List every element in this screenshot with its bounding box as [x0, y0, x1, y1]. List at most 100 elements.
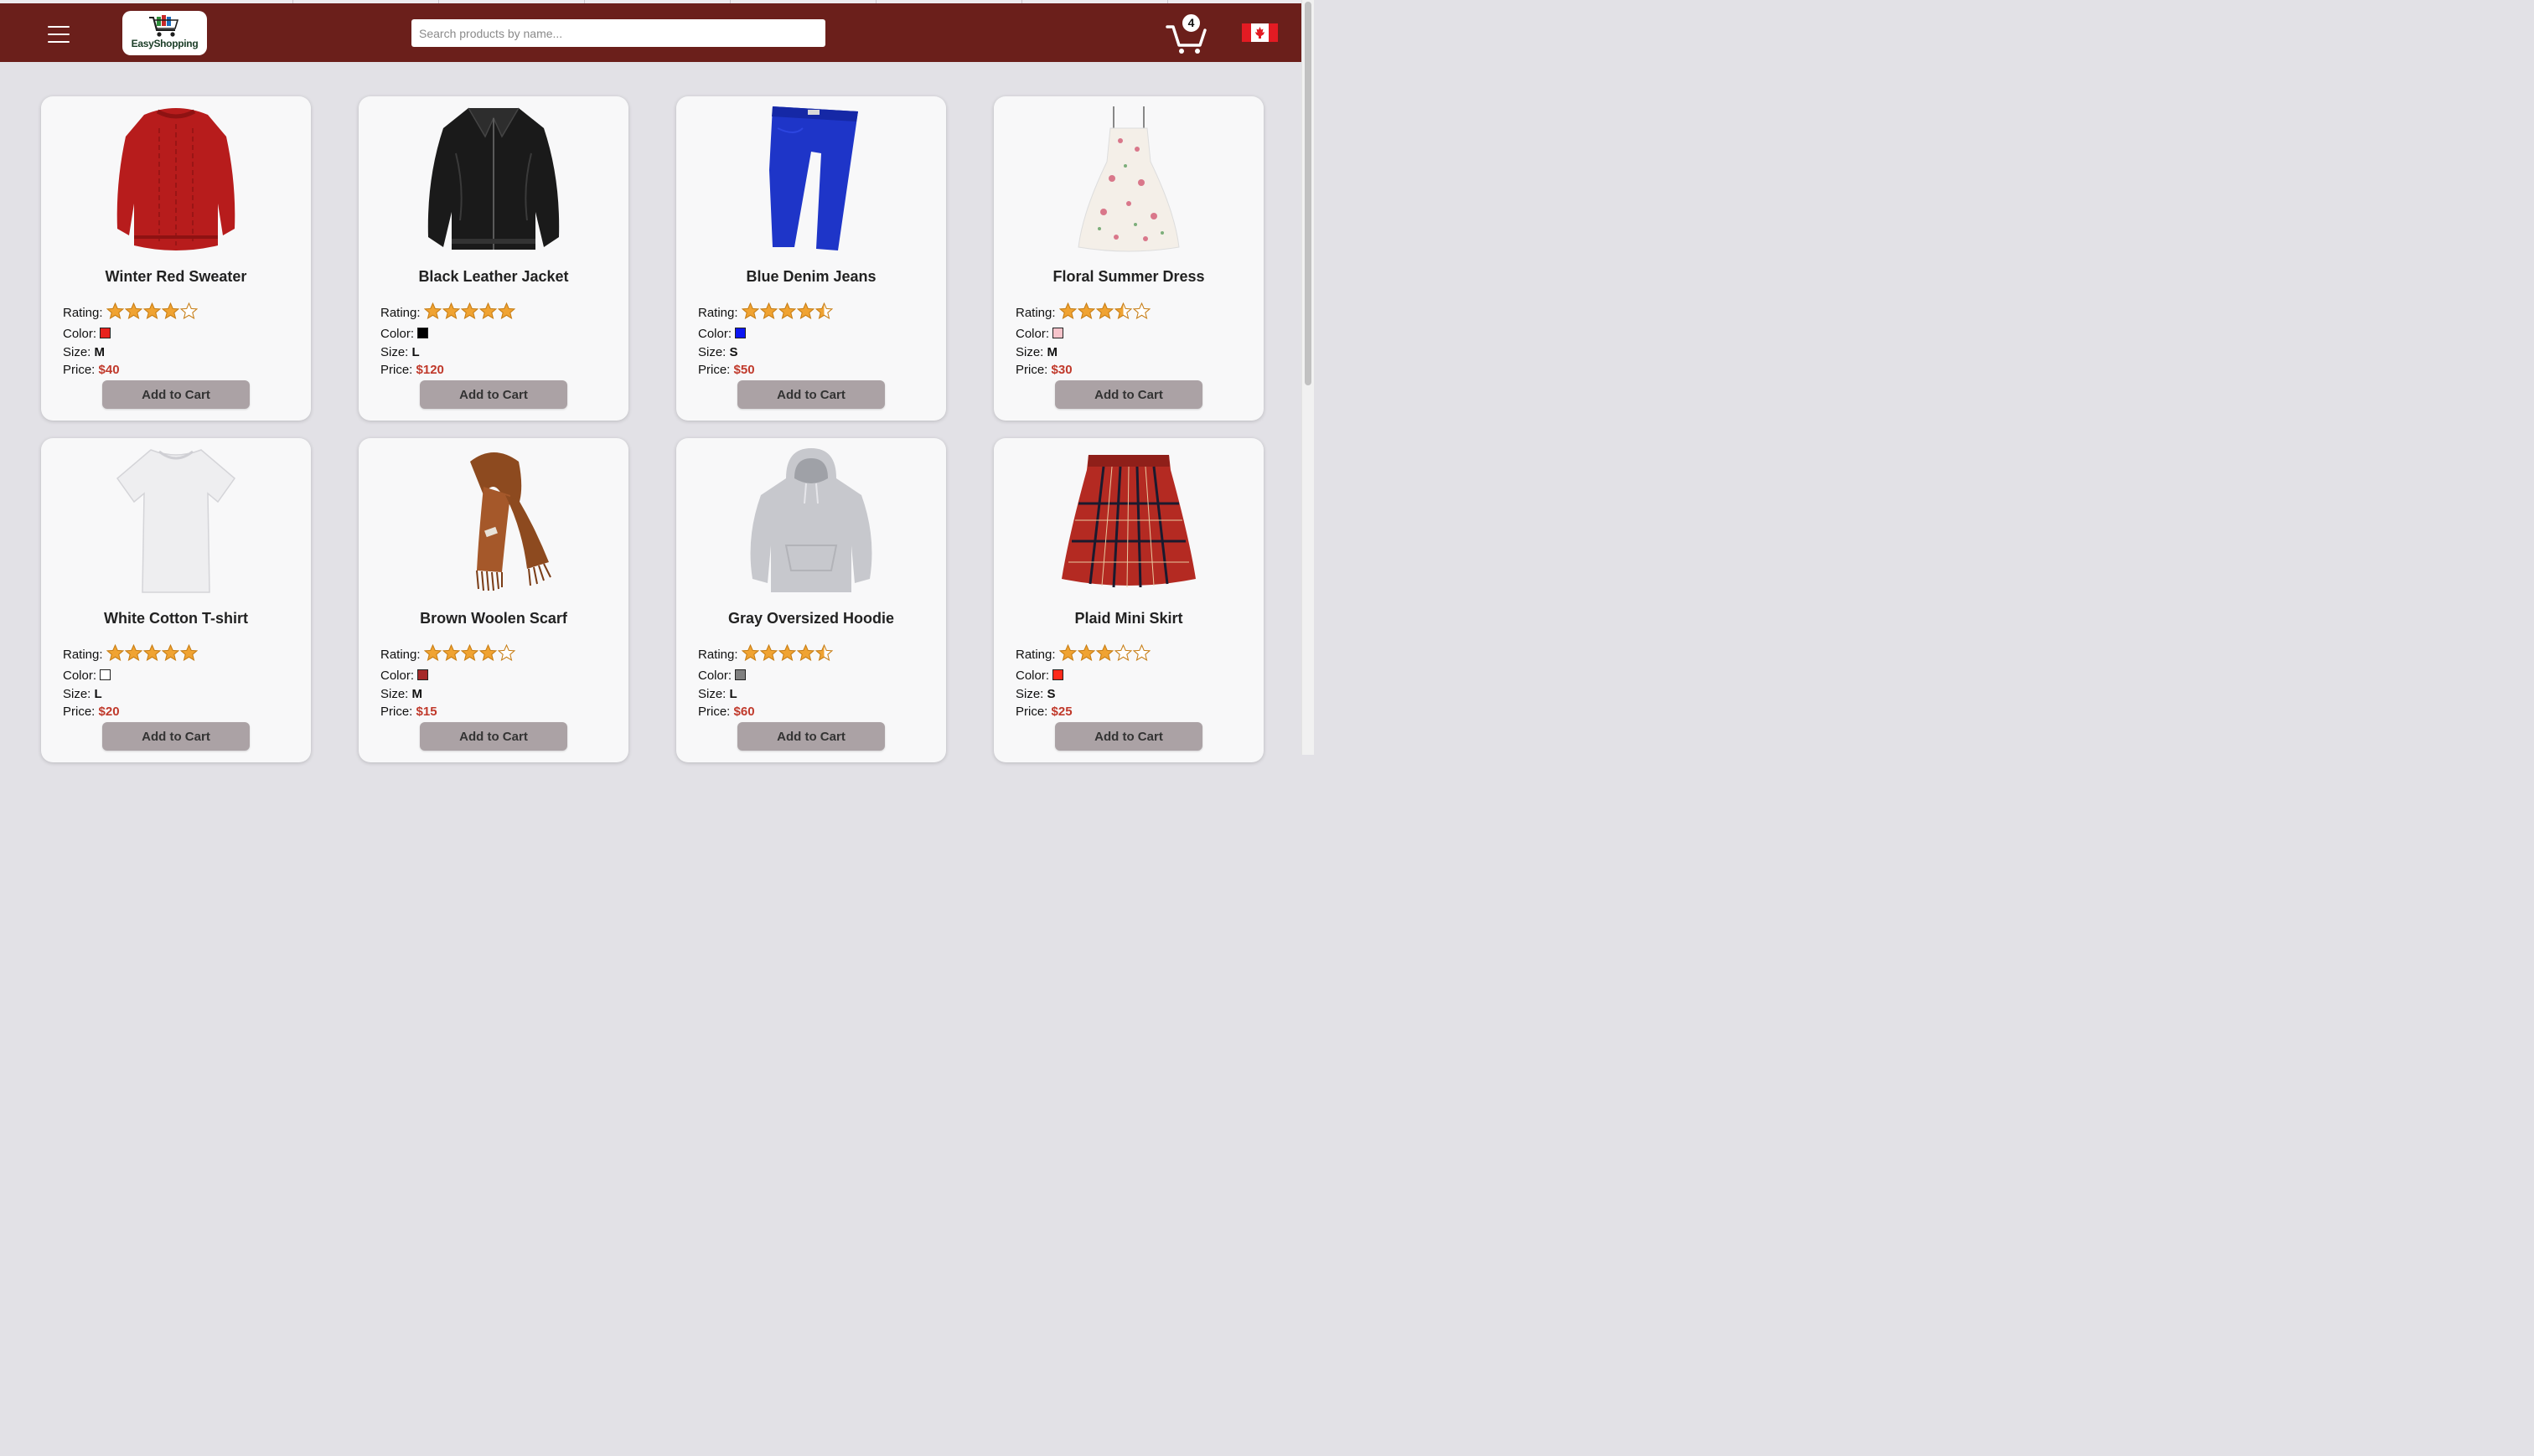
color-label: Color:: [63, 327, 97, 341]
star-icon-full: [106, 302, 124, 319]
color-swatch: [1052, 328, 1064, 338]
star-icon-full: [1095, 302, 1114, 319]
size-row: Size: L: [380, 345, 420, 359]
star-icon-full: [460, 302, 478, 319]
star-icon-full: [497, 302, 515, 319]
star-icon-full: [478, 302, 497, 319]
star-icon-half: [814, 302, 833, 319]
star-icon-empty: [1132, 644, 1151, 661]
page-scrollbar[interactable]: [1301, 0, 1314, 755]
product-card: Black Leather Jacket Rating: Color: Size…: [359, 96, 628, 421]
product-name: Black Leather Jacket: [418, 268, 569, 285]
add-to-cart-button[interactable]: Add to Cart: [102, 722, 250, 751]
add-to-cart-button[interactable]: Add to Cart: [1055, 722, 1202, 751]
product-card: White Cotton T-shirt Rating: Color: Size…: [41, 438, 311, 762]
color-row: Color:: [1016, 669, 1064, 683]
star-icon-full: [778, 302, 796, 319]
search-input[interactable]: [411, 19, 825, 47]
star-icon-full: [442, 302, 460, 319]
star-rating: [106, 644, 199, 664]
star-rating: [1058, 302, 1151, 323]
logo-text: EasyShopping: [131, 38, 199, 49]
product-name: White Cotton T-shirt: [104, 610, 248, 627]
star-icon-full: [460, 644, 478, 661]
price-row: Price: $30: [1016, 363, 1073, 377]
color-swatch: [100, 669, 111, 680]
color-swatch: [1052, 669, 1064, 680]
price-value: $60: [733, 705, 755, 719]
size-label: Size:: [1016, 345, 1044, 359]
rating-row: Rating:: [380, 302, 516, 323]
site-header: EasyShopping 4: [0, 3, 1301, 62]
rating-label: Rating:: [698, 648, 738, 662]
product-name: Floral Summer Dress: [1052, 268, 1205, 285]
tshirt-image: [41, 445, 311, 594]
star-icon-full: [741, 302, 759, 319]
size-label: Size:: [63, 687, 91, 701]
size-value: M: [94, 345, 106, 359]
add-to-cart-button[interactable]: Add to Cart: [420, 380, 567, 409]
add-to-cart-button[interactable]: Add to Cart: [737, 380, 885, 409]
add-to-cart-button[interactable]: Add to Cart: [737, 722, 885, 751]
star-icon-half: [814, 644, 833, 661]
color-row: Color:: [1016, 327, 1064, 341]
add-to-cart-button[interactable]: Add to Cart: [102, 380, 250, 409]
scrollbar-thumb[interactable]: [1305, 2, 1311, 385]
product-card: Plaid Mini Skirt Rating: Color: Size: S …: [994, 438, 1264, 762]
color-swatch: [735, 669, 747, 680]
price-value: $20: [98, 705, 120, 719]
product-name: Brown Woolen Scarf: [420, 610, 567, 627]
cart-count-badge: 4: [1181, 13, 1202, 34]
price-row: Price: $40: [63, 363, 120, 377]
size-row: Size: M: [63, 345, 105, 359]
rating-label: Rating:: [63, 648, 103, 662]
rating-label: Rating:: [63, 306, 103, 320]
color-label: Color:: [1016, 669, 1050, 683]
price-row: Price: $60: [698, 705, 755, 719]
price-value: $30: [1051, 363, 1073, 377]
size-row: Size: M: [1016, 345, 1058, 359]
price-row: Price: $25: [1016, 705, 1073, 719]
size-label: Size:: [63, 345, 91, 359]
add-to-cart-button[interactable]: Add to Cart: [420, 722, 567, 751]
star-icon-full: [796, 644, 814, 661]
price-value: $120: [416, 363, 444, 377]
site-logo[interactable]: EasyShopping: [122, 11, 207, 55]
star-icon-full: [124, 644, 142, 661]
star-icon-empty: [1114, 644, 1132, 661]
rating-row: Rating:: [698, 302, 834, 323]
add-to-cart-button[interactable]: Add to Cart: [1055, 380, 1202, 409]
price-label: Price:: [1016, 705, 1048, 719]
star-icon-full: [1077, 644, 1095, 661]
color-row: Color:: [698, 327, 747, 341]
rating-label: Rating:: [698, 306, 738, 320]
hamburger-menu-icon[interactable]: [48, 26, 70, 43]
color-label: Color:: [63, 669, 97, 683]
color-swatch: [417, 669, 429, 680]
product-card: Blue Denim Jeans Rating: Color: Size: S …: [676, 96, 946, 421]
price-row: Price: $120: [380, 363, 444, 377]
star-icon-full: [179, 644, 198, 661]
product-name: Blue Denim Jeans: [746, 268, 877, 285]
star-rating: [1058, 644, 1151, 664]
star-icon-full: [1058, 302, 1077, 319]
rating-row: Rating:: [380, 644, 516, 664]
rating-label: Rating:: [1016, 648, 1056, 662]
star-icon-full: [1095, 644, 1114, 661]
color-row: Color:: [380, 327, 429, 341]
canada-flag-icon[interactable]: [1242, 23, 1278, 42]
star-icon-full: [796, 302, 814, 319]
star-icon-full: [161, 302, 179, 319]
star-icon-empty: [497, 644, 515, 661]
rating-label: Rating:: [380, 648, 421, 662]
price-value: $50: [733, 363, 755, 377]
size-value: S: [729, 345, 738, 359]
price-label: Price:: [380, 363, 413, 377]
star-icon-full: [442, 644, 460, 661]
rating-row: Rating:: [63, 302, 199, 323]
size-value: L: [411, 345, 420, 359]
rating-label: Rating:: [1016, 306, 1056, 320]
price-label: Price:: [63, 705, 96, 719]
rating-row: Rating:: [1016, 302, 1151, 323]
size-value: M: [1047, 345, 1058, 359]
